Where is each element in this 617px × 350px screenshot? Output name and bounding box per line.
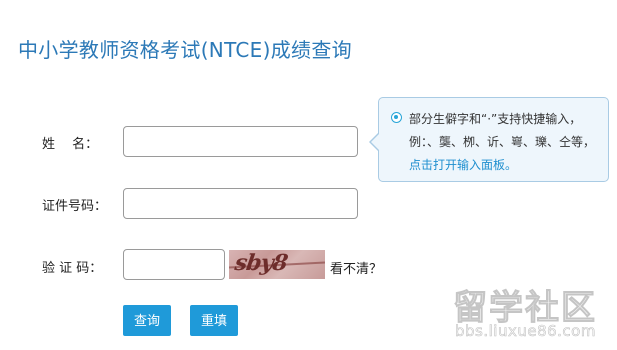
captcha-image-text: sby8 [233,250,289,276]
tip-text: 部分生僻字和“·”支持快捷输入，例：、龑、栁、䜣、㟧、瓅、仝等， 点击打开输入面板… [409,108,604,177]
name-input[interactable] [123,126,358,157]
watermark-url: bbs.liuxue86.com [455,322,596,341]
name-label: 姓 名： [42,137,99,152]
tip-arrow-fill [371,133,380,151]
id-number-label: 证件号码： [42,199,108,214]
captcha-input[interactable] [123,249,225,280]
id-number-input[interactable] [123,188,358,219]
open-input-panel-link[interactable]: 点击打开输入面板。 [409,158,517,172]
captcha-label: 验 证 码： [42,261,103,276]
score-query-page: 中小学教师资格考试(NTCE)成绩查询 姓 名： 证件号码： 验 证 码： sb… [0,0,617,350]
page-title: 中小学教师资格考试(NTCE)成绩查询 [18,38,352,62]
watermark: 留学社区 bbs.liuxue86.com [453,280,613,346]
radio-dot-icon [391,112,402,123]
input-tip-box: 部分生僻字和“·”支持快捷输入，例：、龑、栁、䜣、㟧、瓅、仝等， 点击打开输入面板… [369,97,609,182]
captcha-image[interactable]: sby8 [229,250,325,279]
query-button[interactable]: 查询 [123,305,171,336]
reset-button[interactable]: 重填 [190,305,238,336]
captcha-refresh-link[interactable]: 看不清？ [330,258,382,277]
tip-description: 部分生僻字和“·”支持快捷输入，例：、龑、栁、䜣、㟧、瓅、仝等， [409,112,596,149]
